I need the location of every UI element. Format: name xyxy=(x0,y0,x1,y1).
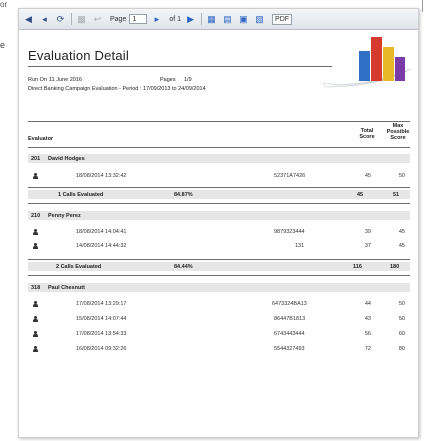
max-score: 50 xyxy=(398,301,405,307)
evaluation-date: 18/08/2014 13:32:42 xyxy=(76,173,127,179)
score: 39 xyxy=(364,229,371,235)
summary-bottom-rule xyxy=(28,203,410,204)
group-id: 210 xyxy=(31,213,41,219)
score: 37 xyxy=(364,243,371,249)
save-icon[interactable]: ▧ xyxy=(253,13,266,26)
user-icon xyxy=(33,173,38,179)
page-count-label: of 1 xyxy=(169,15,182,23)
score: 45 xyxy=(364,173,371,179)
find-icon[interactable]: ▤ xyxy=(221,13,234,26)
run-on-label: Run On xyxy=(28,77,47,83)
score: 72 xyxy=(364,346,371,352)
max-score: 50 xyxy=(398,316,405,322)
summary-total: 116 xyxy=(353,264,362,270)
report-toolbar: ◀ ◂ ⟳ ▩ ↩ Page 1 ▸ of 1 ▶ ▦ ▤ ▣ ▧ PDF xyxy=(19,9,418,30)
last-page-icon[interactable]: ▶ xyxy=(184,13,197,26)
call-reference: 52371A7426 xyxy=(274,173,306,179)
report-criteria: Direct Banking Campaign Evaluation - Per… xyxy=(28,86,206,92)
previous-page-icon[interactable]: ◂ xyxy=(38,13,51,26)
call-reference: 6743443444 xyxy=(274,331,305,337)
score: 56 xyxy=(364,331,371,337)
pages-value: 1/9 xyxy=(184,77,192,83)
header-bottom-rule xyxy=(28,147,410,148)
report-viewer: ◀ ◂ ⟳ ▩ ↩ Page 1 ▸ of 1 ▶ ▦ ▤ ▣ ▧ PDF Ev… xyxy=(18,8,419,438)
zoom-icon[interactable]: ▦ xyxy=(205,13,218,26)
edge-text-fragment: e xyxy=(0,40,6,50)
bar-chart-logo-icon xyxy=(322,37,412,88)
call-reference: 9879323444 xyxy=(274,229,305,235)
summary-percent: 84.87% xyxy=(174,192,193,198)
summary-total: 45 xyxy=(357,192,364,198)
max-score: 45 xyxy=(398,229,405,235)
refresh-icon[interactable]: ⟳ xyxy=(54,13,67,26)
max-score: 60 xyxy=(398,331,405,337)
summary-top-rule xyxy=(28,187,410,188)
user-icon xyxy=(33,331,38,337)
user-icon xyxy=(33,243,38,249)
summary-max: 180 xyxy=(390,264,400,270)
user-icon xyxy=(33,229,38,235)
calls-evaluated: 2 Calls Evaluated xyxy=(56,264,102,270)
run-on-value: 11 June 2016 xyxy=(49,77,82,83)
evaluation-date: 15/08/2014 14:07:44 xyxy=(76,316,127,322)
max-score: 80 xyxy=(398,346,405,352)
edge-text-fragment: or xyxy=(0,0,8,9)
toolbar-separator xyxy=(201,13,203,25)
evaluation-date: 18/08/2014 14:04:41 xyxy=(76,229,127,235)
evaluation-date: 17/08/2014 13:29:17 xyxy=(76,301,127,307)
page-edge-tick xyxy=(422,0,423,12)
max-score: 45 xyxy=(398,243,405,249)
back-icon[interactable]: ↩ xyxy=(91,13,104,26)
toolbar-separator xyxy=(71,13,72,25)
user-icon xyxy=(33,346,38,352)
group-name: Penny Perez xyxy=(48,213,81,219)
max-score: 50 xyxy=(398,173,405,179)
column-total-score: Total Score xyxy=(359,128,375,140)
column-max-score: Max Possible Score xyxy=(386,123,410,141)
export-icon[interactable]: ▣ xyxy=(237,13,250,26)
group-id: 201 xyxy=(31,156,41,162)
group-name: Paul Chesnutt xyxy=(48,285,85,291)
export-format-select[interactable]: PDF xyxy=(272,13,293,25)
group-header xyxy=(28,211,410,220)
group-name: David Hodges xyxy=(48,156,85,162)
page-number-input[interactable]: 1 xyxy=(129,14,148,24)
score: 44 xyxy=(364,301,371,307)
user-icon xyxy=(33,316,38,322)
evaluation-date: 14/08/2014 14:44:32 xyxy=(76,243,127,249)
summary-max: 51 xyxy=(393,192,400,198)
pages-label: Pages xyxy=(160,77,176,83)
summary-bottom-rule xyxy=(28,275,410,276)
group-id: 318 xyxy=(31,285,41,291)
column-evaluator: Evaluator xyxy=(28,136,54,142)
calls-evaluated: 1 Calls Evaluated xyxy=(58,192,104,198)
summary-top-rule xyxy=(28,259,410,260)
next-page-icon[interactable]: ▸ xyxy=(150,13,163,26)
report-title: Evaluation Detail xyxy=(28,48,129,63)
call-reference: 6473324BA13 xyxy=(272,301,307,307)
group-header xyxy=(28,283,410,292)
print-icon[interactable]: ▩ xyxy=(75,13,88,26)
user-icon xyxy=(33,301,38,307)
evaluation-date: 17/08/2014 13:54:33 xyxy=(76,331,127,337)
title-rule xyxy=(28,66,332,67)
evaluation-date: 16/08/2014 09:32:26 xyxy=(76,346,127,352)
group-header xyxy=(28,154,410,163)
first-page-icon[interactable]: ◀ xyxy=(22,13,35,26)
summary-percent: 84.44% xyxy=(174,264,193,270)
score: 43 xyxy=(364,316,371,322)
call-reference: 5544327493 xyxy=(274,346,305,352)
call-reference: 131 xyxy=(295,243,305,249)
call-reference: 86447B1813 xyxy=(274,316,306,322)
header-rule xyxy=(28,121,410,122)
page-label: Page xyxy=(110,15,127,23)
